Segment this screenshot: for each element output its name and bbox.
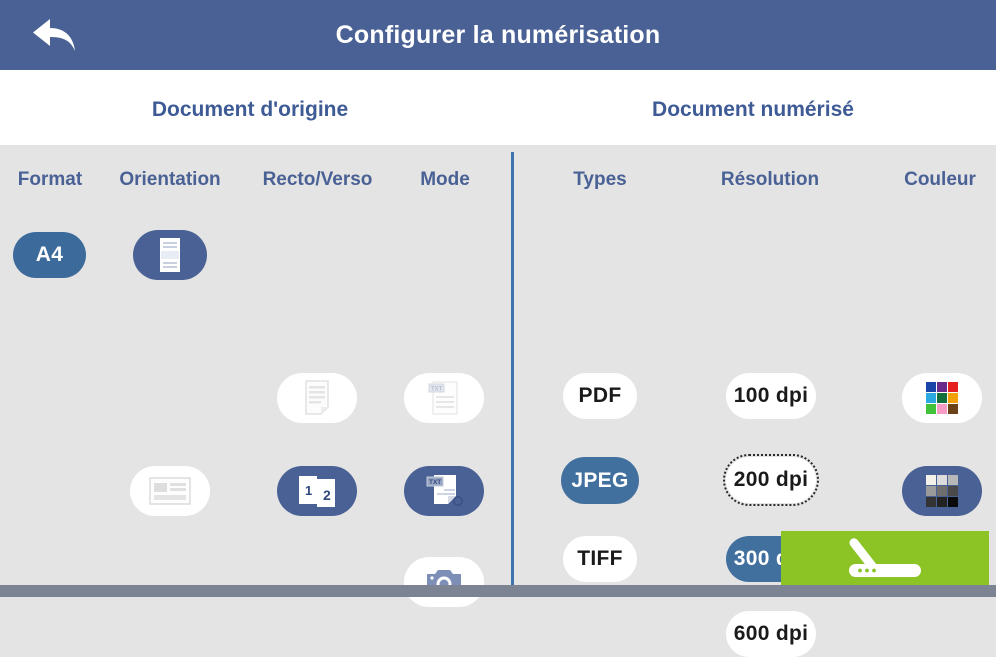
scan-settings-screen: Configurer la numérisation Document d'or… xyxy=(0,0,996,657)
resolution-option-100[interactable]: 100 dpi xyxy=(726,373,816,419)
text-document-icon: TXT xyxy=(424,379,464,417)
column-header-recto-verso: Recto/Verso xyxy=(262,169,373,190)
mode-option-photo[interactable] xyxy=(404,557,484,607)
start-scan-button[interactable] xyxy=(781,531,989,585)
section-title-origin: Document d'origine xyxy=(151,98,349,121)
grayscale-palette-icon xyxy=(924,473,960,509)
svg-text:TXT: TXT xyxy=(431,387,443,393)
type-option-pdf[interactable]: PDF xyxy=(563,373,637,419)
type-option-pdf-label: PDF xyxy=(578,384,622,407)
couleur-option-grayscale[interactable] xyxy=(902,466,982,516)
resolution-option-200[interactable]: 200 dpi xyxy=(723,454,819,506)
recto-verso-option-duplex[interactable]: 1 2 xyxy=(277,466,357,516)
color-palette-icon xyxy=(924,380,960,416)
text-and-image-icon: TXT xyxy=(423,472,465,510)
type-option-jpeg-label: JPEG xyxy=(571,468,629,492)
couleur-option-color[interactable] xyxy=(902,373,982,423)
resolution-option-200-label: 200 dpi xyxy=(733,468,809,491)
mode-option-text-image[interactable]: TXT xyxy=(404,466,484,516)
column-header-types: Types xyxy=(573,169,627,190)
resolution-option-100-label: 100 dpi xyxy=(733,384,809,407)
flatbed-scanner-icon xyxy=(831,533,939,584)
double-sided-pages-icon: 1 2 xyxy=(296,472,338,510)
column-header-couleur: Couleur xyxy=(904,169,976,190)
page-title: Configurer la numérisation xyxy=(335,20,661,49)
recto-verso-option-single[interactable] xyxy=(277,373,357,423)
bottom-status-bar xyxy=(0,585,996,597)
format-option-a4-label: A4 xyxy=(35,243,64,266)
resolution-option-600[interactable]: 600 dpi xyxy=(726,611,816,657)
mode-option-text[interactable]: TXT xyxy=(404,373,484,423)
orientation-option-portrait[interactable] xyxy=(133,230,207,280)
column-header-mode: Mode xyxy=(420,169,470,190)
column-header-format: Format xyxy=(17,169,83,190)
svg-text:TXT: TXT xyxy=(429,479,441,486)
svg-text:2: 2 xyxy=(323,487,331,503)
back-arrow-icon xyxy=(28,13,82,57)
resolution-option-600-label: 600 dpi xyxy=(733,622,809,645)
back-button[interactable] xyxy=(0,0,110,70)
format-option-a4[interactable]: A4 xyxy=(13,232,86,278)
section-header-band: Document d'origine Document numérisé xyxy=(0,70,996,145)
column-header-resolution: Résolution xyxy=(720,169,820,190)
title-bar: Configurer la numérisation xyxy=(0,0,996,70)
section-title-scanned: Document numérisé xyxy=(652,98,854,121)
single-sided-page-icon xyxy=(302,379,332,417)
svg-text:1: 1 xyxy=(305,483,312,498)
column-header-orientation: Orientation xyxy=(119,169,221,190)
type-option-tiff[interactable]: TIFF xyxy=(563,536,637,582)
settings-body: Format Orientation Recto/Verso Mode Type… xyxy=(0,145,996,657)
type-option-tiff-label: TIFF xyxy=(577,547,623,570)
type-option-jpeg[interactable]: JPEG xyxy=(561,457,639,504)
portrait-document-icon xyxy=(154,236,186,274)
vertical-divider xyxy=(511,152,514,590)
orientation-option-landscape[interactable] xyxy=(130,466,210,516)
landscape-document-icon xyxy=(148,475,192,507)
